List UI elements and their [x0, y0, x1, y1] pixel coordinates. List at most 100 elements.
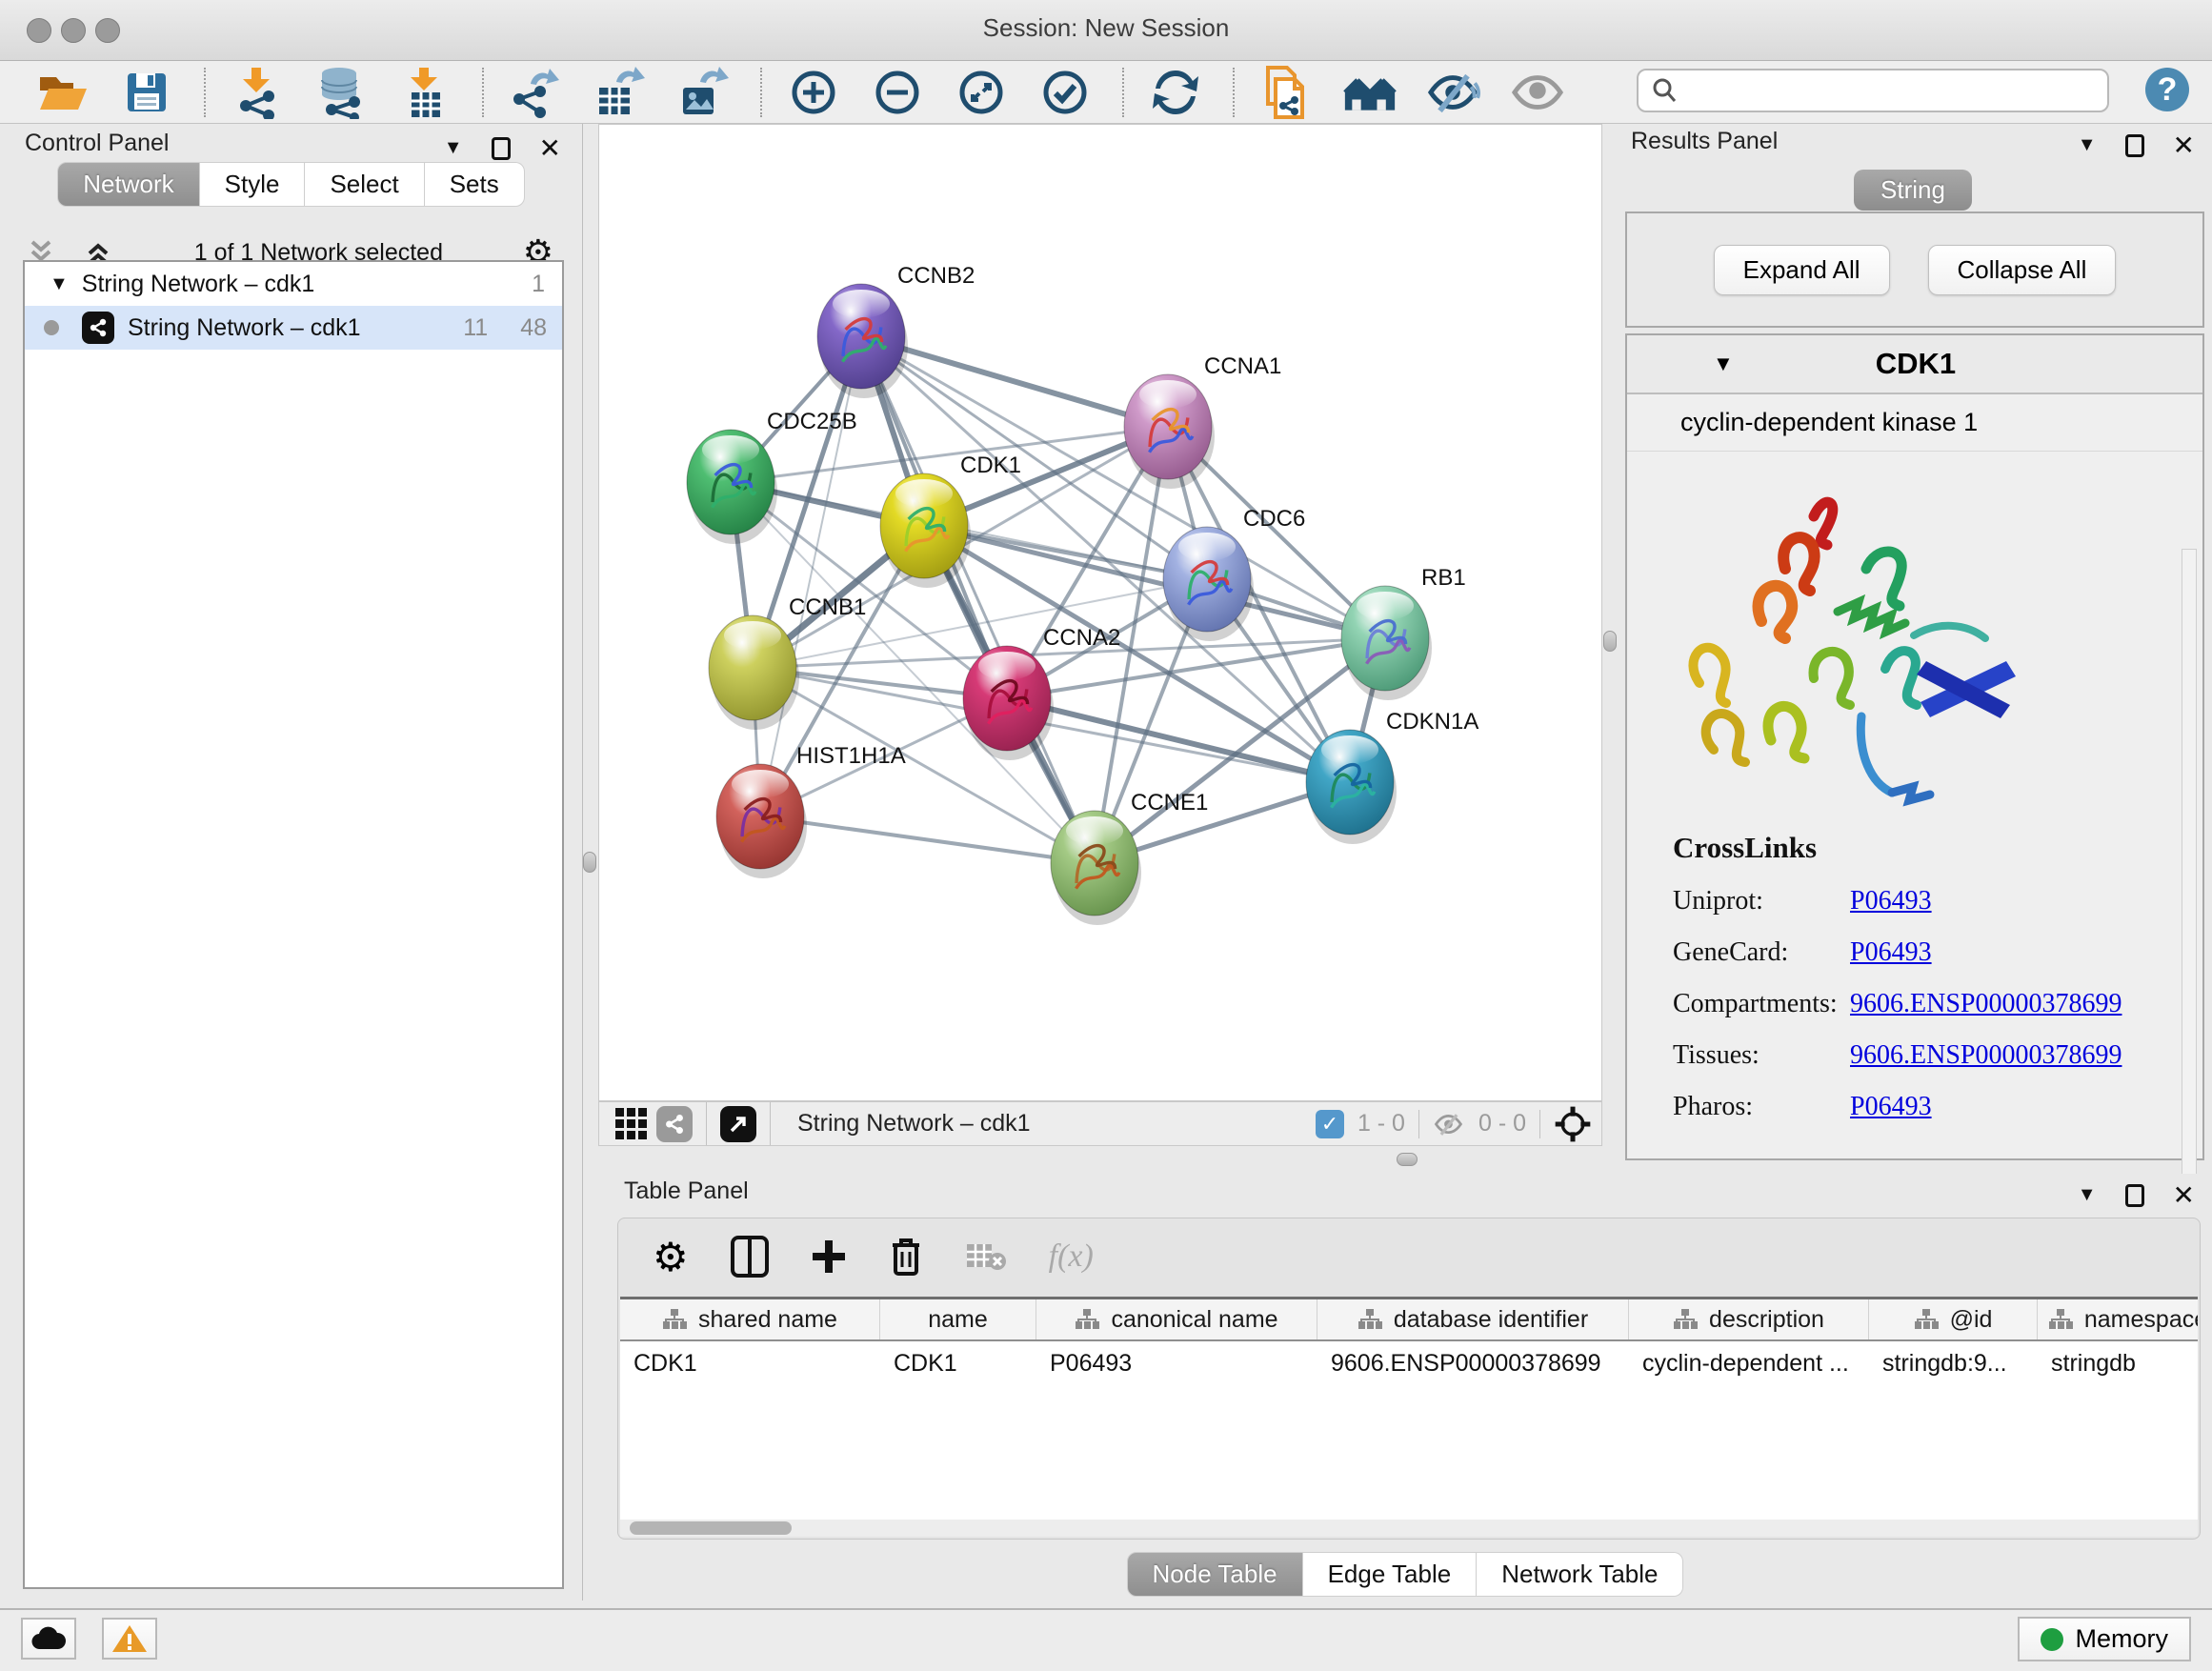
- column-header-namespace[interactable]: namespace: [2038, 1299, 2198, 1339]
- center-view-crosshair-icon[interactable]: [1554, 1105, 1592, 1143]
- node-label: RB1: [1421, 565, 1466, 591]
- show-columns-icon[interactable]: [731, 1236, 769, 1278]
- export-table-icon[interactable]: [593, 66, 646, 119]
- right-splitter-handle[interactable]: [1603, 631, 1617, 652]
- open-in-window-icon[interactable]: [720, 1106, 756, 1142]
- node-CDK1[interactable]: CDK1: [880, 453, 1021, 588]
- protein-section-header[interactable]: ▼ CDK1: [1627, 335, 2202, 394]
- network-view-toolbar: String Network – cdk1 ✓ 1 - 0 0 - 0: [598, 1101, 1602, 1146]
- protein-caret-icon[interactable]: ▼: [1713, 352, 1734, 376]
- grid-view-icon[interactable]: [611, 1105, 653, 1143]
- search-icon: [1650, 76, 1679, 105]
- collection-caret-icon[interactable]: ▼: [50, 273, 69, 295]
- function-builder-icon: f(x): [1049, 1238, 1094, 1275]
- zoom-in-icon[interactable]: [787, 66, 840, 119]
- delete-column-trash-icon[interactable]: [889, 1236, 923, 1278]
- memory-label: Memory: [2075, 1624, 2168, 1654]
- collapse-all-button[interactable]: Collapse All: [1928, 245, 2117, 295]
- crosslink-link[interactable]: P06493: [1850, 886, 1932, 916]
- node-CDC6[interactable]: CDC6: [1163, 506, 1305, 641]
- tab-style[interactable]: Style: [200, 162, 306, 207]
- left-splitter-handle[interactable]: [583, 852, 596, 873]
- node-RB1[interactable]: RB1: [1341, 565, 1466, 700]
- node-HIST1H1A[interactable]: HIST1H1A: [716, 743, 906, 878]
- tab-sets[interactable]: Sets: [425, 162, 525, 207]
- collection-label: String Network – cdk1: [82, 271, 315, 298]
- memory-button[interactable]: Memory: [2018, 1617, 2191, 1661]
- tab-edge-table[interactable]: Edge Table: [1303, 1552, 1478, 1597]
- fit-content-icon[interactable]: [955, 66, 1008, 119]
- export-image-icon[interactable]: [676, 66, 730, 119]
- node-CDKN1A[interactable]: CDKN1A: [1306, 709, 1478, 844]
- crosslink-link[interactable]: 9606.ENSP00000378699: [1850, 989, 2122, 1019]
- column-header-name[interactable]: name: [880, 1299, 1036, 1339]
- edge-CCNB2-CCNE1[interactable]: [861, 336, 1095, 863]
- export-network-icon[interactable]: [509, 66, 562, 119]
- tab-node-table[interactable]: Node Table: [1127, 1552, 1303, 1597]
- crosslink-link[interactable]: 9606.ENSP00000378699: [1850, 1040, 2122, 1071]
- open-session-icon[interactable]: [36, 66, 90, 119]
- close-panel-icon[interactable]: ✕: [2173, 1179, 2195, 1211]
- node-CCNB1[interactable]: CCNB1: [709, 594, 866, 730]
- create-column-plus-icon[interactable]: [811, 1238, 847, 1275]
- zoom-out-icon[interactable]: [871, 66, 924, 119]
- table-hscrollbar[interactable]: [620, 1520, 2198, 1537]
- hide-selected-eye-slash-icon[interactable]: [1427, 66, 1480, 119]
- help-button[interactable]: ?: [2145, 68, 2189, 111]
- string-home-icon[interactable]: [1343, 66, 1397, 119]
- undock-panel-icon[interactable]: [2125, 134, 2144, 157]
- edge-HIST1H1A-CCNE1[interactable]: [760, 816, 1095, 863]
- network-collection-row[interactable]: ▼ String Network – cdk1 1: [25, 262, 562, 306]
- hidden-counts: 0 - 0: [1478, 1110, 1526, 1137]
- column-header-canonical-name[interactable]: canonical name: [1036, 1299, 1317, 1339]
- table-hscrollbar-thumb[interactable]: [630, 1521, 792, 1535]
- apply-layout-icon[interactable]: [1149, 66, 1202, 119]
- close-panel-icon[interactable]: ✕: [539, 132, 561, 164]
- tab-network[interactable]: Network: [57, 162, 199, 207]
- results-controls-box: Expand All Collapse All: [1625, 211, 2204, 328]
- cloud-status-button[interactable]: [21, 1618, 76, 1660]
- column-header-description[interactable]: description: [1629, 1299, 1869, 1339]
- table-options-gear-icon[interactable]: ⚙: [653, 1234, 689, 1280]
- column-header-database-identifier[interactable]: database identifier: [1317, 1299, 1629, 1339]
- node-CCNB2[interactable]: CCNB2: [817, 263, 975, 398]
- tab-string[interactable]: String: [1854, 170, 1972, 211]
- save-session-icon[interactable]: [120, 66, 173, 119]
- toolbar-search[interactable]: [1637, 69, 2109, 112]
- table-row[interactable]: CDK1CDK1P064939606.ENSP00000378699cyclin…: [620, 1341, 2198, 1385]
- warnings-button[interactable]: [102, 1618, 157, 1660]
- expand-all-button[interactable]: Expand All: [1714, 245, 1890, 295]
- float-panel-icon[interactable]: ▼: [2078, 134, 2097, 156]
- crosslink-link[interactable]: P06493: [1850, 937, 1932, 968]
- node-CCNE1[interactable]: CCNE1: [1051, 790, 1208, 925]
- import-network-database-icon[interactable]: [314, 66, 368, 119]
- column-header-shared-name[interactable]: shared name: [620, 1299, 880, 1339]
- node-CCNA1[interactable]: CCNA1: [1124, 353, 1281, 489]
- copy-icon[interactable]: [1259, 66, 1313, 119]
- close-panel-icon[interactable]: ✕: [2173, 130, 2195, 161]
- node-label: CDK1: [960, 453, 1021, 478]
- tab-select[interactable]: Select: [305, 162, 424, 207]
- network-canvas[interactable]: CCNB2CCNA1CDC25BCDK1CDC6RB1CCNB1CCNA2CDK…: [598, 124, 1602, 1101]
- import-network-file-icon[interactable]: [231, 66, 284, 119]
- birdseye-view-icon[interactable]: [656, 1106, 693, 1142]
- crosslink-link[interactable]: P06493: [1850, 1092, 1932, 1122]
- network-row[interactable]: String Network – cdk1 11 48: [25, 306, 562, 350]
- undock-panel-icon[interactable]: [492, 137, 511, 160]
- column-header-id[interactable]: @id: [1869, 1299, 2038, 1339]
- show-all-eye-icon[interactable]: [1511, 66, 1564, 119]
- float-panel-icon[interactable]: ▼: [2078, 1184, 2097, 1206]
- zoom-selected-icon[interactable]: [1038, 66, 1092, 119]
- crosslink-label: Pharos:: [1673, 1092, 1850, 1122]
- tab-network-table[interactable]: Network Table: [1477, 1552, 1683, 1597]
- network-edge-count: 48: [520, 314, 547, 342]
- table-tabs: Node TableEdge TableNetwork Table: [598, 1552, 2212, 1597]
- crosslink-row: Pharos:P06493: [1673, 1092, 2122, 1122]
- selected-checkbox-icon[interactable]: ✓: [1316, 1110, 1344, 1138]
- undock-panel-icon[interactable]: [2125, 1184, 2144, 1207]
- horizontal-splitter-handle[interactable]: [1397, 1153, 1418, 1166]
- float-panel-icon[interactable]: ▼: [444, 137, 463, 159]
- search-input[interactable]: [1679, 77, 2079, 104]
- import-table-file-icon[interactable]: [398, 66, 452, 119]
- cloud-icon: [30, 1626, 67, 1651]
